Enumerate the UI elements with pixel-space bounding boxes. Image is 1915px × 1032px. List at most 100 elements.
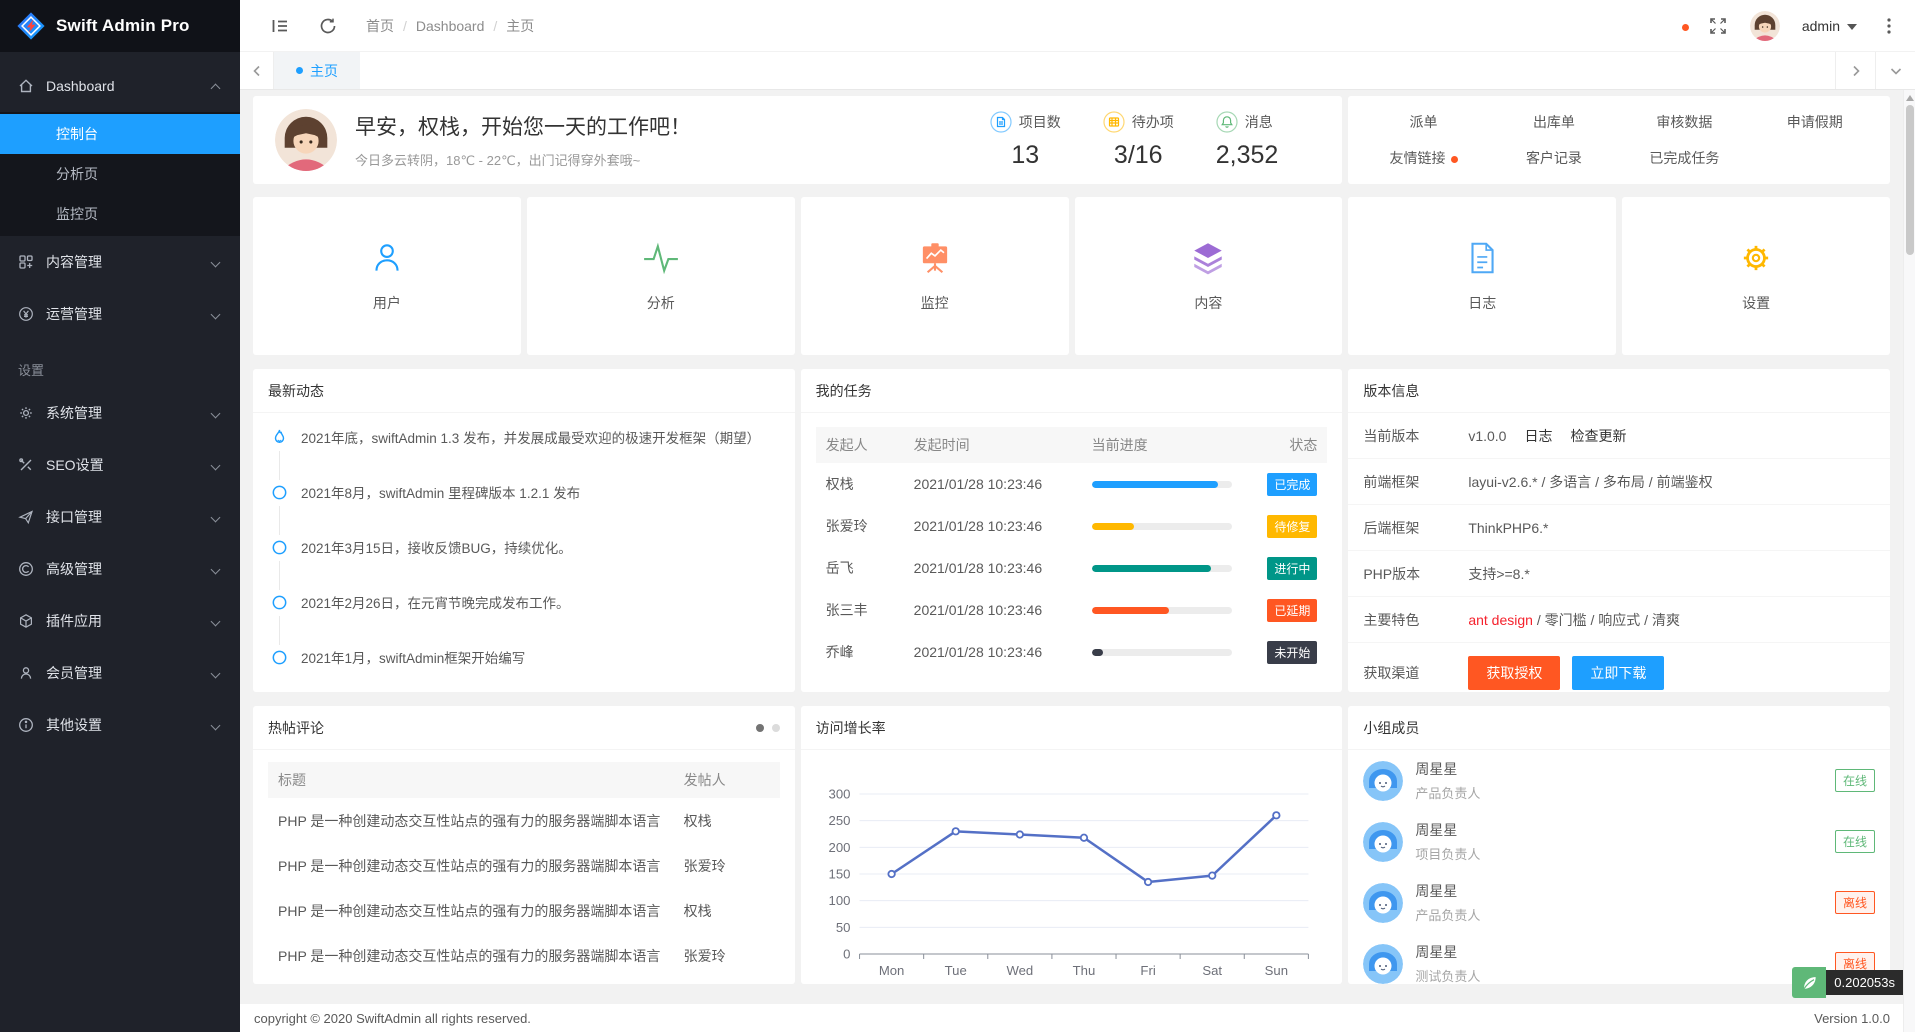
stat-todos: 待办项 3/16 (1103, 111, 1174, 170)
circle-icon (270, 538, 289, 557)
version-row-current: 当前版本 v1.0.0 日志 检查更新 (1348, 413, 1890, 459)
quick-link-customers[interactable]: 客户记录 (1489, 148, 1619, 168)
version-row-frontend: 前端框架 layui-v2.6.* / 多语言 / 多布局 / 前端鉴权 (1348, 459, 1890, 505)
growth-line-chart: 050100150200250300MonTueWedThuFriSatSun (801, 750, 1343, 984)
sidebar-item-content-mgmt[interactable]: 内容管理 (0, 236, 240, 288)
user-menu[interactable]: admin (1802, 18, 1857, 34)
gear-icon (18, 405, 34, 421)
sidebar-item-system-mgmt[interactable]: 系统管理 (0, 387, 240, 439)
user-avatar[interactable] (1750, 11, 1780, 41)
shortcut-content[interactable]: 内容 (1075, 197, 1343, 355)
sidebar-item-plugins[interactable]: 插件应用 (0, 595, 240, 647)
sidebar-item-analysis[interactable]: 分析页 (0, 154, 240, 194)
performance-badge[interactable]: 0.202053s (1792, 967, 1903, 998)
sidebar-nav: Dashboard 控制台 分析页 监控页 内容管理 运营管理 设置 (0, 52, 240, 751)
svg-text:Tue: Tue (944, 963, 966, 978)
tab-scroll-right-button[interactable] (1835, 52, 1875, 89)
svg-text:Mon: Mon (878, 963, 904, 978)
check-update-link[interactable]: 检查更新 (1570, 426, 1626, 446)
presentation-chart-icon (916, 239, 954, 277)
list-item[interactable]: PHP 是一种创建动态交互性站点的强有力的服务器端脚本语言张爱玲 (268, 843, 780, 888)
breadcrumb-dashboard[interactable]: Dashboard (416, 18, 485, 34)
progress-bar (1092, 565, 1232, 572)
download-button[interactable]: 立即下载 (1572, 656, 1664, 690)
app-logo: Swift Admin Pro (0, 0, 240, 52)
fullscreen-icon[interactable] (1708, 16, 1728, 36)
scroll-up-icon[interactable] (1906, 95, 1914, 101)
version-card: 版本信息 当前版本 v1.0.0 日志 检查更新 前端框架 layui-v2.6… (1348, 369, 1890, 692)
render-time: 0.202053s (1826, 970, 1903, 995)
breadcrumb-current[interactable]: 主页 (506, 16, 534, 36)
tab-menu-button[interactable] (1875, 52, 1915, 89)
list-item[interactable]: PHP 是一种创建动态交互性站点的强有力的服务器端脚本语言权栈 (268, 978, 780, 984)
status-badge: 已完成 (1267, 473, 1317, 496)
shortcut-analysis[interactable]: 分析 (527, 197, 795, 355)
scrollbar-thumb[interactable] (1906, 105, 1914, 255)
team-card-title: 小组成员 (1348, 706, 1890, 750)
sidebar-item-console[interactable]: 控制台 (0, 114, 240, 154)
status-badge: 在线 (1835, 769, 1875, 792)
chevron-down-icon (211, 616, 221, 626)
progress-bar (1092, 523, 1232, 530)
sidebar-item-operations-mgmt[interactable]: 运营管理 (0, 288, 240, 340)
hot-posts-card: 热帖评论 标题 发帖人 PHP 是一种创建动态交互性站点的强有力的服务器端脚本语… (253, 706, 795, 984)
shortcut-monitor[interactable]: 监控 (801, 197, 1069, 355)
breadcrumb-home[interactable]: 首页 (366, 16, 394, 36)
sidebar-item-seo-settings[interactable]: SEO设置 (0, 439, 240, 491)
sidebar-item-monitor[interactable]: 监控页 (0, 194, 240, 234)
shortcut-settings[interactable]: 设置 (1622, 197, 1890, 355)
progress-bar (1092, 649, 1232, 656)
page-scrollbar[interactable] (1903, 90, 1915, 1032)
greeting-title: 早安，权栈，开始您一天的工作吧！ (355, 111, 691, 141)
tab-scroll-left-button[interactable] (240, 52, 274, 89)
stat-projects: 项目数 13 (990, 111, 1061, 170)
collapse-sidebar-icon[interactable] (270, 16, 290, 36)
sidebar-item-dashboard[interactable]: Dashboard (0, 60, 240, 112)
quick-link-outbound[interactable]: 出库单 (1489, 112, 1619, 132)
sidebar-item-api-mgmt[interactable]: 接口管理 (0, 491, 240, 543)
list-item[interactable]: PHP 是一种创建动态交互性站点的强有力的服务器端脚本语言权栈 (268, 888, 780, 933)
list-item: 周星星项目负责人 在线 (1348, 811, 1890, 872)
sidebar-item-other-settings[interactable]: 其他设置 (0, 699, 240, 751)
quick-link-done-tasks[interactable]: 已完成任务 (1619, 148, 1749, 168)
member-avatar (1363, 944, 1403, 984)
sidebar-item-advanced-mgmt[interactable]: 高级管理 (0, 543, 240, 595)
version-row-backend: 后端框架 ThinkPHP6.* (1348, 505, 1890, 551)
chevron-down-icon (211, 720, 221, 730)
chevron-down-icon (211, 564, 221, 574)
quick-link-dispatch[interactable]: 派单 (1358, 112, 1488, 132)
refresh-icon[interactable] (318, 16, 338, 36)
quick-link-leave[interactable]: 申请假期 (1750, 112, 1880, 132)
status-badge: 已延期 (1267, 599, 1317, 622)
quick-link-audit[interactable]: 审核数据 (1619, 112, 1749, 132)
svg-text:Thu: Thu (1072, 963, 1095, 978)
news-timeline: 2021年底，swiftAdmin 1.3 发布，并发展成最受欢迎的极速开发框架… (253, 413, 795, 692)
flame-icon (270, 428, 289, 447)
shortcut-users[interactable]: 用户 (253, 197, 521, 355)
get-license-button[interactable]: 获取授权 (1468, 656, 1560, 690)
stats-group: 项目数 13 待办项 3/16 (990, 111, 1279, 170)
stat-projects-value: 13 (990, 141, 1061, 170)
member-avatar (1363, 761, 1403, 801)
list-item[interactable]: PHP 是一种创建动态交互性站点的强有力的服务器端脚本语言权栈 (268, 798, 780, 843)
circle-icon (270, 483, 289, 502)
changelog-link[interactable]: 日志 (1524, 426, 1552, 446)
version-text: Version 1.0.0 (1814, 1011, 1890, 1026)
timeline-item: 2021年2月26日，在元宵节晚完成发布工作。 (269, 592, 779, 647)
sidebar-item-members[interactable]: 会员管理 (0, 647, 240, 699)
svg-text:Sun: Sun (1264, 963, 1287, 978)
carousel-dot[interactable] (772, 724, 780, 732)
tabbar-spacer (360, 52, 1835, 89)
username: admin (1802, 18, 1840, 34)
svg-text:250: 250 (828, 813, 850, 828)
main-content: 早安，权栈，开始您一天的工作吧！ 今日多云转阴，18℃ - 22℃，出门记得穿外… (240, 90, 1915, 1032)
svg-text:Fri: Fri (1140, 963, 1155, 978)
more-menu-icon[interactable] (1879, 16, 1899, 36)
topbar: 首页 / Dashboard / 主页 admin (240, 0, 1915, 52)
tab-home[interactable]: 主页 (274, 52, 360, 89)
list-item[interactable]: PHP 是一种创建动态交互性站点的强有力的服务器端脚本语言张爱玲 (268, 933, 780, 978)
carousel-dot-active[interactable] (756, 724, 764, 732)
shortcut-logs[interactable]: 日志 (1348, 197, 1616, 355)
quick-link-friend-links[interactable]: 友情链接 (1358, 148, 1488, 168)
svg-text:200: 200 (828, 840, 850, 855)
